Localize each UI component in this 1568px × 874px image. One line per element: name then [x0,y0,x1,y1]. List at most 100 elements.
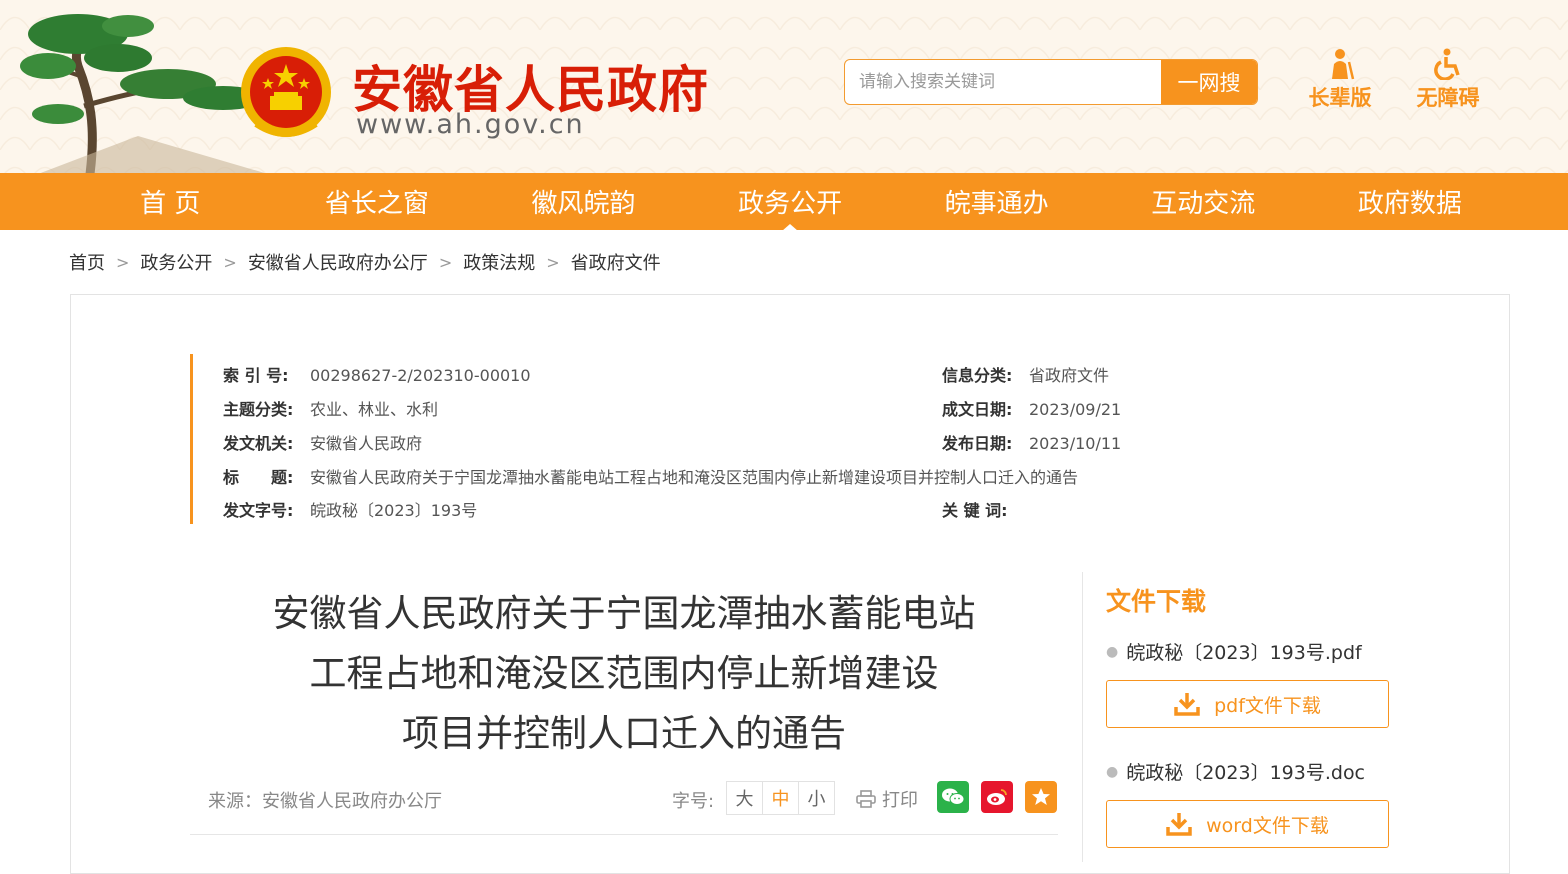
nav-item-services[interactable]: 皖事通办 [893,173,1100,230]
meta-label: 发文字号: [223,501,294,520]
font-size-medium-button[interactable]: 中 [762,781,799,815]
meta-label: 关 键 词: [942,501,1008,520]
article-title: 安徽省人民政府关于宁国龙潭抽水蓄能电站 工程占地和淹没区范围内停止新增建设 项目… [190,584,1058,764]
meta-issuer: 发文机关: 安徽省人民政府 [223,430,422,454]
search-button[interactable]: 一网搜 [1161,60,1257,104]
chevron-right-icon: > [116,252,130,272]
chevron-right-icon: > [438,252,453,272]
bullet-icon: ● [1106,764,1119,780]
breadcrumb-item[interactable]: 省政府文件 [571,249,661,275]
meta-label: 信息分类: [942,366,1013,385]
nav-item-culture[interactable]: 徽风皖韵 [480,173,687,230]
nav-item-label: 互动交流 [1151,189,1256,219]
font-size-large-button[interactable]: 大 [726,781,763,815]
download-file-name: ● 皖政秘〔2023〕193号.doc [1106,758,1365,785]
article-title-line: 安徽省人民政府关于宁国龙潭抽水蓄能电站 [272,592,976,635]
meta-value: 2023/10/11 [1029,434,1122,453]
meta-value: 00298627-2/202310-00010 [310,366,531,385]
article-source: 来源：安徽省人民政府办公厅 [208,791,442,812]
chevron-right-icon: > [223,252,237,272]
nav-item-home[interactable]: 首 页 [67,173,274,230]
share-weibo-button[interactable] [981,781,1013,813]
word-download-button[interactable]: word文件下载 [1106,800,1389,848]
accessibility-icon [1434,48,1460,80]
nav-item-label: 政府数据 [1357,189,1462,219]
print-label: 打印 [882,790,918,811]
meta-category: 信息分类: 省政府文件 [942,362,1109,386]
share-wechat-button[interactable] [937,781,969,813]
nav-item-interaction[interactable]: 互动交流 [1100,173,1307,230]
bullet-icon: ● [1106,644,1119,660]
download-file-name: ● 皖政秘〔2023〕193号.pdf [1106,638,1362,665]
nav-item-label: 政务公开 [738,189,843,219]
pdf-download-label: pdf文件下载 [1214,694,1321,717]
printer-icon [856,790,876,808]
download-icon [1166,813,1192,836]
active-caret-icon [782,224,799,231]
font-size-selector: 大 中 小 [726,781,835,815]
meta-value: 皖政秘〔2023〕193号 [310,501,478,520]
site-header: 安徽省人民政府 www.ah.gov.cn 一网搜 长辈版 无障碍 [0,0,1568,173]
nav-item-gov-affairs[interactable]: 政务公开 [687,173,894,231]
elder-icon [1332,49,1355,80]
breadcrumb-item[interactable]: 安徽省人民政府办公厅 [248,249,428,275]
sidebar-divider [1082,572,1083,862]
breadcrumb-item[interactable]: 首页 [69,249,105,275]
word-download-label: word文件下载 [1206,814,1329,837]
meta-value: 省政府文件 [1029,366,1110,385]
meta-label: 主题分类: [223,400,294,419]
breadcrumb-item[interactable]: 政务公开 [140,249,212,275]
meta-value: 安徽省人民政府 [310,434,423,453]
main-nav: 首 页 省长之窗 徽风皖韵 政务公开 皖事通办 互动交流 政府数据 [0,173,1568,231]
nav-item-label: 首 页 [140,189,201,219]
meta-label: 发布日期: [942,434,1013,453]
elder-mode-link[interactable]: 长辈版 [1300,48,1380,112]
meta-label: 索 引 号: [223,366,289,385]
font-size-label: 字号: [672,791,715,812]
site-url: www.ah.gov.cn [356,109,585,140]
nav-item-label: 省长之窗 [324,189,429,219]
welcoming-pine-logo [20,14,265,173]
font-size-small-button[interactable]: 小 [798,781,835,815]
accessibility-label: 无障碍 [1416,86,1480,110]
meta-index: 索 引 号: 00298627-2/202310-00010 [223,362,531,386]
search-box: 一网搜 [844,59,1258,105]
download-file-label: 皖政秘〔2023〕193号.doc [1126,762,1366,784]
meta-label: 成文日期: [942,400,1013,419]
meta-value: 2023/09/21 [1029,400,1122,419]
meta-topic: 主题分类: 农业、林业、水利 [223,396,438,420]
search-input[interactable] [845,60,1161,104]
nav-item-label: 皖事通办 [944,189,1049,219]
meta-value: 农业、林业、水利 [310,400,439,419]
national-emblem [241,47,331,137]
favorite-icon [1032,788,1050,805]
nav-item-data[interactable]: 政府数据 [1307,173,1514,230]
elder-mode-label: 长辈版 [1308,86,1372,110]
nav-item-label: 徽风皖韵 [531,189,636,219]
download-file-label: 皖政秘〔2023〕193号.pdf [1126,642,1362,664]
wechat-icon [942,788,965,805]
breadcrumb: 首页 > 政务公开 > 安徽省人民政府办公厅 > 政策法规 > 省政府文件 [69,249,661,275]
weibo-icon [987,789,1007,805]
meta-label: 发文机关: [223,434,294,453]
meta-title: 标 题: 安徽省人民政府关于宁国龙潭抽水蓄能电站工程占地和淹没区范围内停止新增建设… [223,464,1078,488]
chevron-right-icon: > [546,252,560,272]
meta-created: 成文日期: 2023/09/21 [942,396,1121,420]
divider [190,834,1058,835]
print-button[interactable]: 打印 [856,786,918,812]
meta-keywords: 关 键 词: [942,497,1029,521]
article-title-line: 项目并控制人口迁入的通告 [402,712,846,755]
pdf-download-button[interactable]: pdf文件下载 [1106,680,1389,728]
meta-value: 安徽省人民政府关于宁国龙潭抽水蓄能电站工程占地和淹没区范围内停止新增建设项目并控… [310,468,1079,487]
article-title-line: 工程占地和淹没区范围内停止新增建设 [309,652,939,695]
meta-docno: 发文字号: 皖政秘〔2023〕193号 [223,497,477,521]
download-section-title: 文件下载 [1106,587,1207,616]
document-metadata: 索 引 号: 00298627-2/202310-00010 主题分类: 农业、林业… [190,354,1150,524]
download-icon [1174,693,1200,716]
meta-label: 标 题: [223,468,294,487]
favorite-button[interactable] [1025,781,1057,813]
nav-item-governor[interactable]: 省长之窗 [274,173,481,230]
breadcrumb-item[interactable]: 政策法规 [463,249,535,275]
meta-published: 发布日期: 2023/10/11 [942,430,1121,454]
accessibility-link[interactable]: 无障碍 [1408,48,1488,112]
